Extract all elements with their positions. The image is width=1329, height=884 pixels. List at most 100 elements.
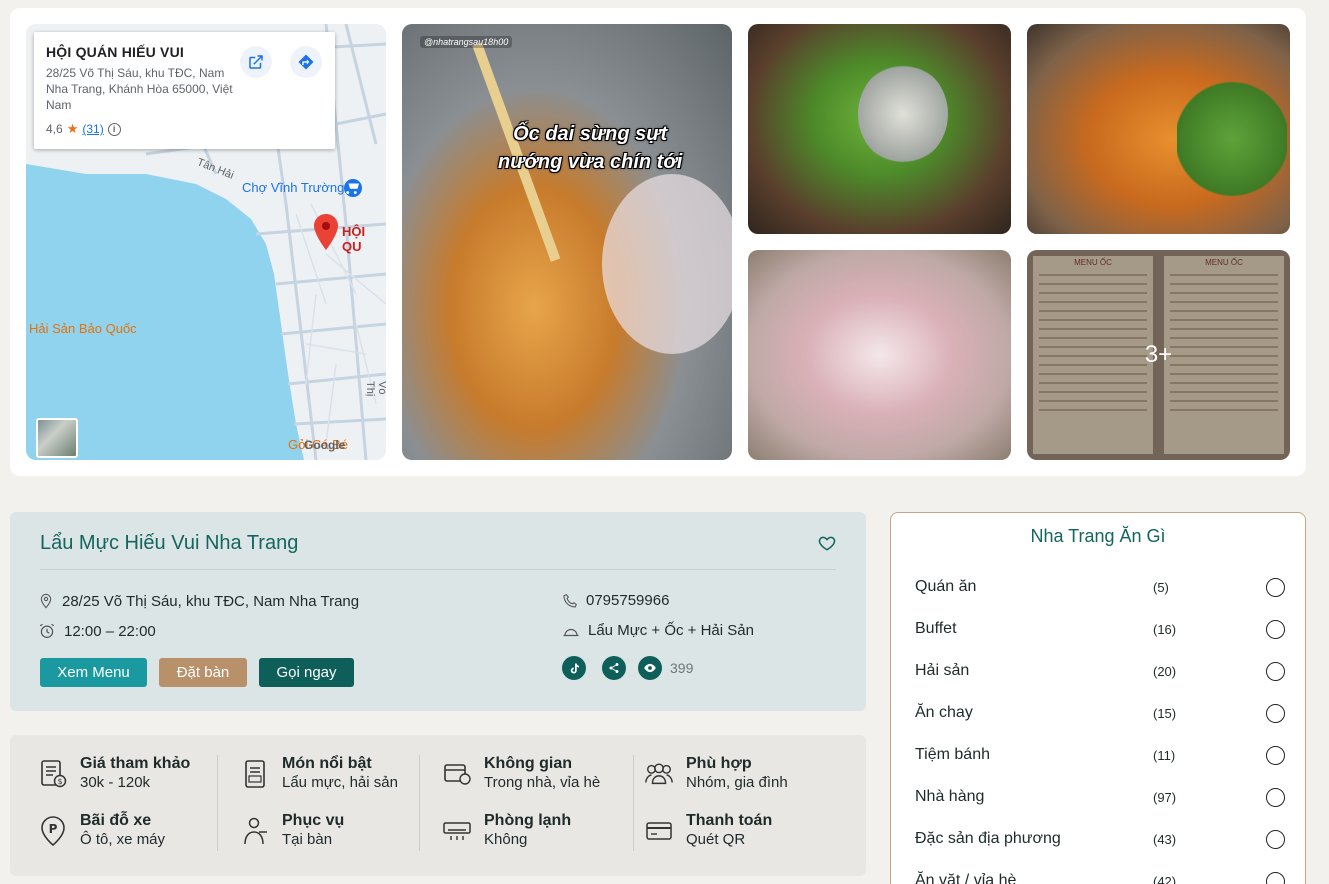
- feature-suitable: Phù hợp Nhóm, gia đình: [644, 755, 788, 793]
- feature-value: 30k - 120k: [80, 774, 151, 791]
- restaurant-name: Lẩu Mực Hiếu Vui Nha Trang: [40, 532, 299, 554]
- book-table-button[interactable]: Đặt bàn: [159, 658, 247, 687]
- google-logo: Google: [304, 438, 346, 452]
- category-radio[interactable]: [1266, 703, 1285, 723]
- cuisine-row: Lẩu Mực + Ốc + Hải Sản: [562, 622, 754, 639]
- waiter-icon: [240, 816, 270, 846]
- category-item[interactable]: Buffet (16): [915, 617, 1285, 641]
- star-icon: ★: [66, 121, 79, 136]
- restaurant-info-card: Lẩu Mực Hiếu Vui Nha Trang 28/25 Võ Thị …: [10, 512, 866, 711]
- category-count: (16): [1153, 621, 1177, 637]
- category-item[interactable]: Đặc sản địa phương (43): [915, 827, 1285, 851]
- category-count: (5): [1153, 579, 1169, 595]
- feature-title: Phòng lạnh: [484, 812, 572, 829]
- category-label: Hải sản: [915, 662, 970, 679]
- photo-squid[interactable]: [748, 250, 1011, 460]
- open-in-maps-button[interactable]: [240, 46, 272, 78]
- phone-icon: [563, 593, 577, 607]
- svg-text:P: P: [49, 822, 58, 836]
- map-place-card: HỘI QUÁN HIẾU VUI 28/25 Võ Thị Sáu, khu …: [34, 32, 335, 149]
- category-item[interactable]: Quán ăn (5): [915, 575, 1285, 599]
- feature-title: Phù hợp: [686, 755, 752, 772]
- map-place-name: HỘI QUÁN HIẾU VUI: [46, 44, 184, 60]
- photo-menu[interactable]: MENU ỐC MENU ỐC 3+: [1027, 250, 1290, 460]
- feature-space: Không gian Trong nhà, vỉa hè: [442, 755, 600, 793]
- category-radio[interactable]: [1266, 871, 1285, 884]
- share-button[interactable]: [602, 656, 626, 680]
- feature-air-conditioning: Phòng lạnh Không: [442, 812, 571, 850]
- opening-hours: 12:00 – 22:00: [64, 622, 156, 640]
- sidebar-title: Nha Trang Ăn Gì: [1030, 526, 1166, 546]
- shopping-cart-icon: [344, 179, 362, 197]
- divider: [419, 755, 420, 851]
- photo-caption-line-2: nướng vừa chín tới: [498, 151, 683, 173]
- air-conditioner-icon: [442, 816, 472, 846]
- category-radio[interactable]: [1266, 745, 1285, 765]
- group-icon: [644, 759, 674, 789]
- photo-caption: Ốc dai sừng sựt nướng vừa chín tới: [498, 120, 682, 176]
- map-rating-value: 4,6: [46, 122, 63, 136]
- category-count: (43): [1153, 831, 1177, 847]
- main-photo[interactable]: @nhatrangsau18h00 Ốc dai sừng sựt nướng …: [402, 24, 732, 460]
- svg-text:$: $: [57, 777, 62, 786]
- photo-gallery: HỘI QUÁN HIẾU VUI 28/25 Võ Thị Sáu, khu …: [10, 8, 1306, 476]
- satellite-toggle[interactable]: [36, 418, 78, 458]
- info-icon[interactable]: i: [107, 122, 121, 136]
- feature-title: Bãi đỗ xe: [80, 812, 152, 829]
- payment-card-icon: [644, 816, 674, 846]
- embedded-map[interactable]: HỘI QUÁN HIẾU VUI 28/25 Võ Thị Sáu, khu …: [26, 24, 386, 460]
- map-place-address: 28/25 Võ Thị Sáu, khu TĐC, Nam Nha Trang…: [46, 66, 233, 112]
- category-count: (42): [1153, 873, 1177, 884]
- hours-row: 12:00 – 22:00: [38, 622, 156, 640]
- feature-value: Trong nhà, vỉa hè: [484, 774, 601, 791]
- feature-title: Món nổi bật: [282, 755, 372, 772]
- more-photos-overlay[interactable]: 3+: [1027, 250, 1290, 460]
- share-icon: [609, 663, 619, 673]
- category-label: Đặc sản địa phương: [915, 830, 1061, 847]
- category-item[interactable]: Nhà hàng (97): [915, 785, 1285, 809]
- views-badge: [638, 656, 662, 680]
- photo-shrimp-leaf[interactable]: [748, 24, 1011, 234]
- category-radio[interactable]: [1266, 787, 1285, 807]
- category-radio[interactable]: [1266, 661, 1285, 681]
- category-item[interactable]: Ăn vặt / vỉa hè (42): [915, 869, 1285, 884]
- category-label: Nhà hàng: [915, 788, 985, 805]
- category-filter-sidebar: Nha Trang Ăn Gì Quán ăn (5) Buffet (16) …: [890, 512, 1306, 884]
- map-seafood-label: Hải Sản Bảo Quốc: [29, 321, 137, 336]
- view-menu-button[interactable]: Xem Menu: [40, 658, 147, 687]
- feature-price: $ Giá tham khảo 30k - 120k: [38, 755, 190, 793]
- parking-icon: P: [38, 816, 68, 847]
- category-item[interactable]: Hải sản (20): [915, 659, 1285, 683]
- feature-parking: P Bãi đỗ xe Ô tô, xe máy: [38, 812, 165, 850]
- price-list-icon: $: [38, 759, 68, 789]
- category-count: (15): [1153, 705, 1177, 721]
- phone-number[interactable]: 0795759966: [586, 592, 669, 609]
- call-now-button[interactable]: Gọi ngay: [259, 658, 354, 687]
- photo-detail: [858, 64, 948, 164]
- restaurant-address: 28/25 Võ Thị Sáu, khu TĐC, Nam Nha Trang: [62, 592, 360, 610]
- tiktok-icon: [570, 663, 579, 673]
- feature-value: Không: [484, 831, 528, 848]
- category-item[interactable]: Tiệm bánh (11): [915, 743, 1285, 767]
- category-radio[interactable]: [1266, 577, 1285, 597]
- map-review-count-link[interactable]: (31): [82, 122, 103, 136]
- feature-title: Phục vụ: [282, 812, 345, 829]
- photo-highlight: [602, 174, 732, 354]
- divider: [633, 755, 634, 851]
- feature-title: Không gian: [484, 755, 572, 772]
- address-row: 28/25 Võ Thị Sáu, khu TĐC, Nam Nha Trang: [38, 592, 359, 610]
- map-pin-icon[interactable]: [314, 214, 338, 250]
- favorite-heart-icon[interactable]: [818, 534, 836, 552]
- feature-value: Nhóm, gia đình: [686, 774, 788, 791]
- photo-hotpot[interactable]: [1027, 24, 1290, 234]
- feature-value: Tại bàn: [282, 831, 333, 848]
- category-item[interactable]: Ăn chay (15): [915, 701, 1285, 725]
- location-pin-icon: [40, 593, 52, 609]
- eye-icon: [644, 663, 656, 673]
- directions-button[interactable]: [290, 46, 322, 78]
- tiktok-button[interactable]: [562, 656, 586, 680]
- category-radio[interactable]: [1266, 619, 1285, 639]
- alarm-clock-icon: [39, 623, 55, 638]
- category-radio[interactable]: [1266, 829, 1285, 849]
- category-label: Ăn chay: [915, 704, 973, 721]
